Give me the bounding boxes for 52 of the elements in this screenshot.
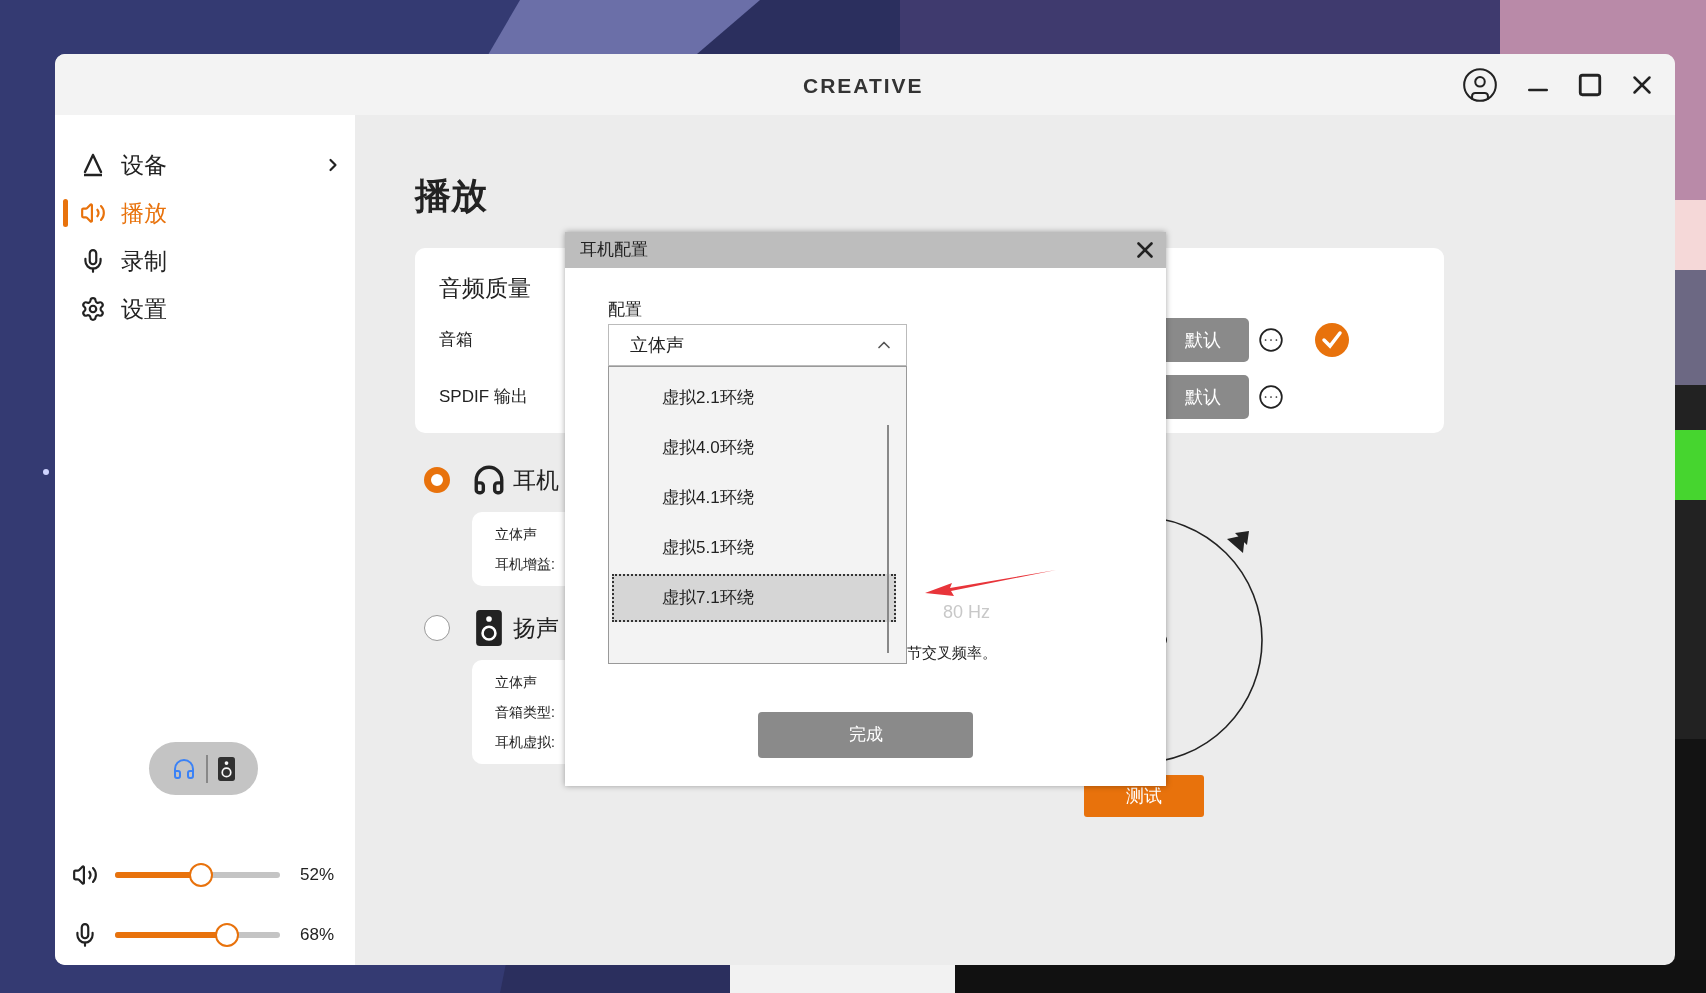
detail-label: 立体声 <box>495 673 538 692</box>
sidebar-label: 播放 <box>121 198 167 228</box>
dropdown-option[interactable]: 虚拟7.1环绕 <box>612 574 896 622</box>
page-title: 播放 <box>415 174 488 218</box>
dialog-title: 耳机配置 <box>580 239 648 262</box>
hint-text: 节交叉频率。 <box>907 643 997 663</box>
slider[interactable] <box>115 863 280 887</box>
more-icon[interactable] <box>1258 384 1284 410</box>
triangle-icon <box>82 153 104 177</box>
dropdown-option[interactable]: 虚拟2.1环绕 <box>612 374 896 422</box>
volume-icon <box>72 862 98 888</box>
detail-label: 耳机虚拟: <box>495 733 556 752</box>
speaker-icon <box>217 756 235 781</box>
sidebar-item[interactable]: 设置 <box>55 285 355 333</box>
toggle-option[interactable] <box>171 756 196 781</box>
dropdown-field[interactable]: 立体声 <box>608 324 907 366</box>
radio-button[interactable] <box>424 467 450 493</box>
slider[interactable] <box>115 923 280 947</box>
dropdown-option[interactable]: 虚拟4.1环绕 <box>612 474 896 522</box>
sidebar-item[interactable]: 录制 <box>55 237 355 285</box>
row-label: 音箱 <box>439 329 474 352</box>
sidebar-item[interactable]: 设备 <box>55 141 355 189</box>
brand-logo: CREATIVE <box>803 73 924 99</box>
settings-icon <box>80 296 106 322</box>
maximize-icon[interactable] <box>1577 71 1603 98</box>
dropdown-option[interactable]: 虚拟5.1环绕 <box>612 524 896 572</box>
slider-thumb[interactable] <box>215 923 240 947</box>
sidebar-label: 设备 <box>121 150 167 180</box>
detail-label: 立体声 <box>495 525 538 544</box>
slider-thumb[interactable] <box>188 863 213 887</box>
scrollbar[interactable] <box>887 425 889 653</box>
headphones-icon <box>171 756 196 781</box>
more-icon[interactable] <box>1258 327 1284 353</box>
toggle-option[interactable] <box>217 756 235 781</box>
detail-label: 耳机增益: <box>495 555 556 574</box>
speaker-icon <box>476 610 502 646</box>
field-label: 配置 <box>608 299 642 321</box>
slider-value: 52% <box>300 864 335 887</box>
speaker-icon <box>80 200 106 226</box>
sidebar-label: 设置 <box>121 294 167 324</box>
dropdown-option[interactable]: 虚拟4.0环绕 <box>612 424 896 472</box>
detail-label: 音箱类型: <box>495 703 556 722</box>
slider-value: 68% <box>300 924 335 947</box>
card-title: 音频质量 <box>439 274 532 303</box>
radio-button[interactable] <box>424 615 450 641</box>
sidebar-label: 录制 <box>121 246 167 276</box>
output-label: 耳机 <box>513 465 559 495</box>
headphones-icon <box>472 463 506 497</box>
active-indicator <box>63 199 68 227</box>
output-label: 扬声 <box>513 613 559 643</box>
account-icon[interactable] <box>1461 65 1499 104</box>
row-label: SPDIF 输出 <box>439 386 529 409</box>
